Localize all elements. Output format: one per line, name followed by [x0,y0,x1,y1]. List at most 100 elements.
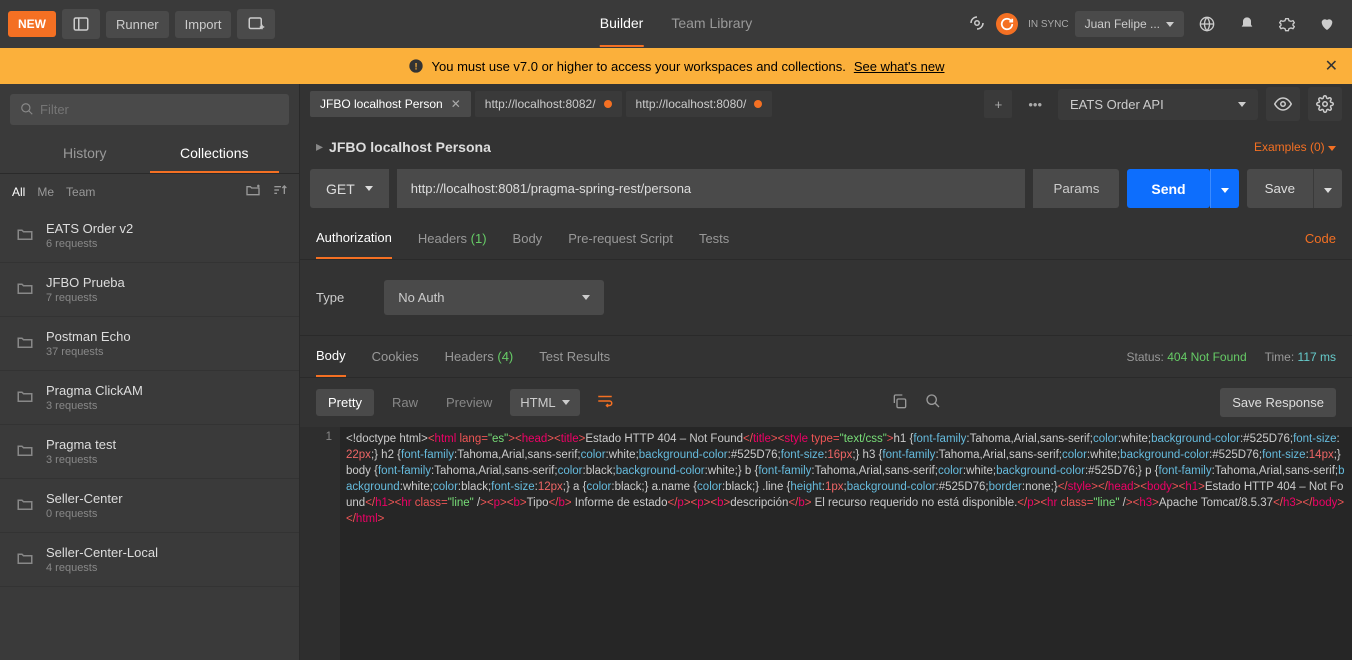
resp-tab-tests[interactable]: Test Results [539,337,610,376]
update-banner: ! You must use v7.0 or higher to access … [0,48,1352,84]
runner-button[interactable]: Runner [106,11,169,38]
resp-tab-body[interactable]: Body [316,336,346,377]
tab-body[interactable]: Body [513,219,543,258]
window-plus-icon [247,15,265,33]
chevron-down-icon [1166,22,1174,27]
request-title[interactable]: JFBO localhost Persona [329,139,491,155]
user-dropdown[interactable]: Juan Felipe ... [1075,11,1184,37]
resp-tab-cookies[interactable]: Cookies [372,337,419,376]
collection-item[interactable]: EATS Order v26 requests [0,209,299,263]
browse-icon[interactable] [1190,7,1224,41]
collection-item[interactable]: Seller-Center0 requests [0,479,299,533]
collection-item[interactable]: Seller-Center-Local4 requests [0,533,299,587]
team-library-tab[interactable]: Team Library [671,1,752,47]
top-toolbar: NEW Runner Import Builder Team Library I… [0,0,1352,48]
collection-item[interactable]: Pragma test3 requests [0,425,299,479]
chevron-down-icon [365,186,373,191]
close-tab-icon[interactable]: ✕ [451,97,461,111]
response-status-value: 404 Not Found [1167,350,1246,364]
banner-close-button[interactable]: ✕ [1325,56,1338,76]
notifications-icon[interactable] [1230,7,1264,41]
request-tabs: JFBO localhost Person✕http://localhost:8… [310,91,976,117]
save-button[interactable]: Save [1247,169,1313,208]
search-response-icon[interactable] [925,393,941,412]
scope-team[interactable]: Team [66,185,95,199]
environment-selector[interactable]: EATS Order API [1058,89,1258,120]
new-request-tab-button[interactable]: + [984,90,1012,118]
response-status: Status: 404 Not Found Time: 117 ms [1127,350,1336,364]
resp-tab-headers[interactable]: Headers (4) [445,337,514,376]
send-button[interactable]: Send [1127,169,1209,208]
save-response-button[interactable]: Save Response [1220,388,1336,417]
history-tab[interactable]: History [20,135,150,173]
sidebar-scope-bar: All Me Team [0,174,299,209]
collapse-arrow-icon[interactable]: ▸ [316,138,323,155]
banner-text: You must use v7.0 or higher to access yo… [432,59,846,74]
favorite-icon[interactable] [1310,7,1344,41]
environment-settings-button[interactable] [1308,87,1342,121]
save-options-button[interactable] [1313,169,1342,208]
request-tab[interactable]: http://localhost:8080/ [626,91,773,117]
view-preview[interactable]: Preview [436,389,502,416]
sync-icon[interactable] [996,13,1018,35]
sidebar: History Collections All Me Team EATS Ord… [0,84,300,660]
response-body[interactable]: 1 <!doctype html><html lang="es"><head><… [300,427,1352,660]
copy-response-icon[interactable] [891,393,907,412]
layout-icon [72,15,90,33]
unsaved-dot-icon [754,100,762,108]
import-button[interactable]: Import [175,11,232,38]
folder-icon [16,495,34,516]
request-tab[interactable]: JFBO localhost Person✕ [310,91,471,117]
folder-icon [16,225,34,246]
builder-tab[interactable]: Builder [600,1,644,47]
scope-all[interactable]: All [12,185,25,199]
collections-tab[interactable]: Collections [150,135,280,173]
wrap-line-icon[interactable] [588,388,622,417]
scope-me[interactable]: Me [37,185,54,199]
auth-panel: Type No Auth [300,260,1352,335]
send-options-button[interactable] [1210,169,1239,208]
request-title-bar: ▸ JFBO localhost Persona Examples (0) [300,124,1352,169]
examples-dropdown[interactable]: Examples (0) [1254,140,1336,154]
sort-icon[interactable] [271,182,287,201]
new-tab-toolbar-button[interactable] [237,9,275,39]
folder-icon [16,279,34,300]
folder-icon [16,333,34,354]
http-method-selector[interactable]: GET [310,169,389,208]
sync-status: IN SYNC [968,13,1069,35]
view-raw[interactable]: Raw [382,389,428,416]
sync-status-text: IN SYNC [1028,19,1069,30]
request-url-input[interactable] [397,169,1026,208]
chevron-down-icon [582,295,590,300]
environment-preview-button[interactable] [1266,87,1300,121]
new-button[interactable]: NEW [8,11,56,37]
new-collection-icon[interactable] [245,182,261,201]
format-selector[interactable]: HTML [510,389,579,416]
response-time-value: 117 ms [1298,350,1336,364]
folder-icon [16,387,34,408]
info-icon: ! [408,58,424,74]
auth-type-label: Type [316,290,344,305]
filter-input[interactable] [10,94,289,125]
svg-text:!: ! [414,61,417,71]
tab-authorization[interactable]: Authorization [316,218,392,259]
tab-headers[interactable]: Headers (1) [418,219,487,258]
content-area: JFBO localhost Person✕http://localhost:8… [300,84,1352,660]
params-button[interactable]: Params [1033,169,1119,208]
collection-item[interactable]: JFBO Prueba7 requests [0,263,299,317]
unsaved-dot-icon [604,100,612,108]
satellite-icon[interactable] [968,14,986,35]
collection-item[interactable]: Postman Echo37 requests [0,317,299,371]
collection-item[interactable]: Pragma ClickAM3 requests [0,371,299,425]
auth-type-selector[interactable]: No Auth [384,280,604,315]
code-snippet-link[interactable]: Code [1305,231,1336,246]
settings-icon[interactable] [1270,7,1304,41]
request-tab[interactable]: http://localhost:8082/ [475,91,622,117]
view-pretty[interactable]: Pretty [316,389,374,416]
toggle-sidebar-button[interactable] [62,9,100,39]
tab-options-button[interactable]: ••• [1020,97,1050,112]
tab-tests[interactable]: Tests [699,219,729,258]
banner-link[interactable]: See what's new [854,59,945,74]
tab-prerequest[interactable]: Pre-request Script [568,219,673,258]
chevron-down-icon [1238,102,1246,107]
